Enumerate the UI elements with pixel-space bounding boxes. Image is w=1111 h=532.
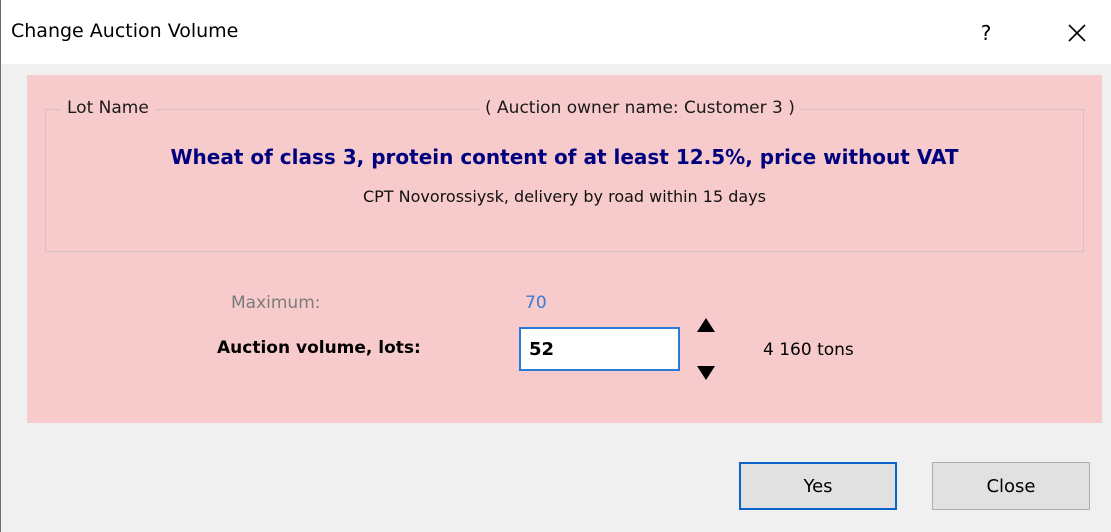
maximum-label: Maximum: [231, 293, 321, 313]
dialog-window: Change Auction Volume ? Lot Name ( Aucti… [0, 0, 1111, 532]
lot-subtitle: CPT Novorossiysk, delivery by road withi… [362, 187, 766, 206]
lot-name-label: Lot Name [61, 98, 155, 118]
yes-button[interactable]: Yes [739, 462, 897, 510]
tons-value: 4 160 tons [763, 340, 854, 360]
window-title: Change Auction Volume [11, 20, 239, 42]
triangle-up-icon[interactable] [695, 315, 717, 335]
lot-panel: Lot Name ( Auction owner name: Customer … [27, 75, 1102, 423]
auction-volume-label: Auction volume, lots: [217, 338, 421, 358]
lot-groupbox [45, 109, 1084, 252]
auction-owner-label: ( Auction owner name: Customer 3 ) [479, 98, 801, 118]
title-bar: Change Auction Volume ? [1, 0, 1111, 64]
close-button[interactable]: Close [932, 462, 1090, 510]
auction-volume-input[interactable] [519, 327, 680, 371]
maximum-value: 70 [525, 293, 547, 313]
triangle-down-icon[interactable] [695, 363, 717, 383]
help-button[interactable]: ? [969, 16, 1003, 50]
lot-title: Wheat of class 3, protein content of at … [170, 145, 959, 169]
close-icon[interactable] [1057, 14, 1097, 52]
